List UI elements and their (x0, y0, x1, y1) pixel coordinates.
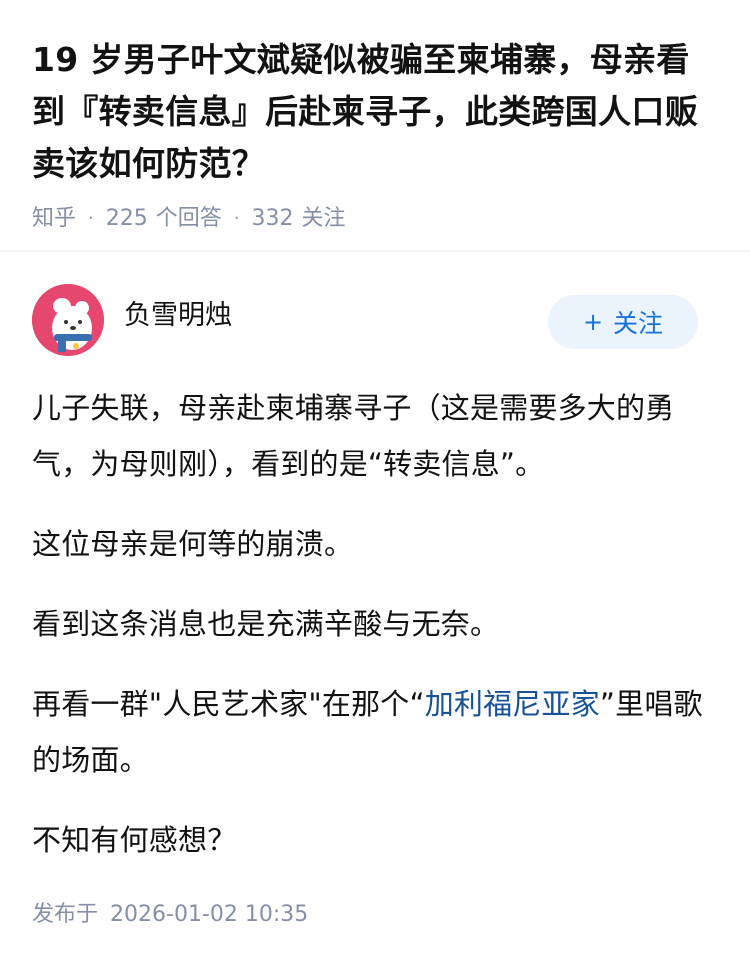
answer-count[interactable]: 225 个回答 (106, 204, 222, 234)
question-meta: 知乎 · 225 个回答 · 332 关注 (32, 204, 718, 234)
inline-link[interactable]: 加利福尼亚家 (425, 687, 600, 721)
content-paragraph: 不知有何感想？ (32, 823, 237, 857)
follow-button-label: 关注 (613, 309, 664, 338)
follow-button[interactable]: + 关注 (548, 295, 698, 349)
follower-count-number: 332 (251, 206, 294, 231)
publish-time: 2026-01-02 10:35 (110, 902, 309, 927)
meta-separator: · (233, 208, 240, 229)
answer-count-number: 225 (105, 206, 148, 231)
answer-card: 负雪明烛 + 关注 儿子失联，母亲赴柬埔寨寻子（这是需要多大的勇气，为母则刚），… (0, 252, 750, 892)
content-paragraph: 再看一群"人民艺术家"在那个“加利福尼亚家”里唱歌的场面。 (32, 676, 718, 788)
question-header: 19 岁男子叶文斌疑似被骗至柬埔寨，母亲看到『转卖信息』后赴柬寻子，此类跨国人口… (0, 0, 750, 234)
source-label: 知乎 (32, 206, 77, 231)
follower-count: 332 关注 (252, 204, 346, 234)
avatar[interactable] (32, 284, 104, 356)
content-paragraph: 这位母亲是何等的崩溃。 (32, 527, 354, 561)
content-paragraph: 看到这条消息也是充满辛酸与无奈。 (32, 607, 500, 641)
publish-label: 发布于 (32, 902, 99, 927)
author-row: 负雪明烛 + 关注 (0, 252, 750, 372)
meta-separator: · (88, 208, 94, 229)
answer-count-label: 个回答 (155, 206, 222, 231)
follower-count-label: 关注 (301, 206, 346, 231)
author-name[interactable]: 负雪明烛 (124, 298, 232, 334)
publish-info: 发布于 2026-01-02 10:35 (32, 898, 308, 932)
paragraph-text: 再看一群"人民艺术家"在那个“ (32, 687, 425, 721)
content-paragraph: 儿子失联，母亲赴柬埔寨寻子（这是需要多大的勇气，为母则刚），看到的是“转卖信息”… (32, 391, 675, 481)
question-title[interactable]: 19 岁男子叶文斌疑似被骗至柬埔寨，母亲看到『转卖信息』后赴柬寻子，此类跨国人口… (32, 34, 718, 190)
avatar-illustration-icon (32, 284, 104, 356)
plus-icon: + (582, 308, 604, 336)
answer-content: 儿子失联，母亲赴柬埔寨寻子（这是需要多大的勇气，为母则刚），看到的是“转卖信息”… (0, 380, 750, 868)
